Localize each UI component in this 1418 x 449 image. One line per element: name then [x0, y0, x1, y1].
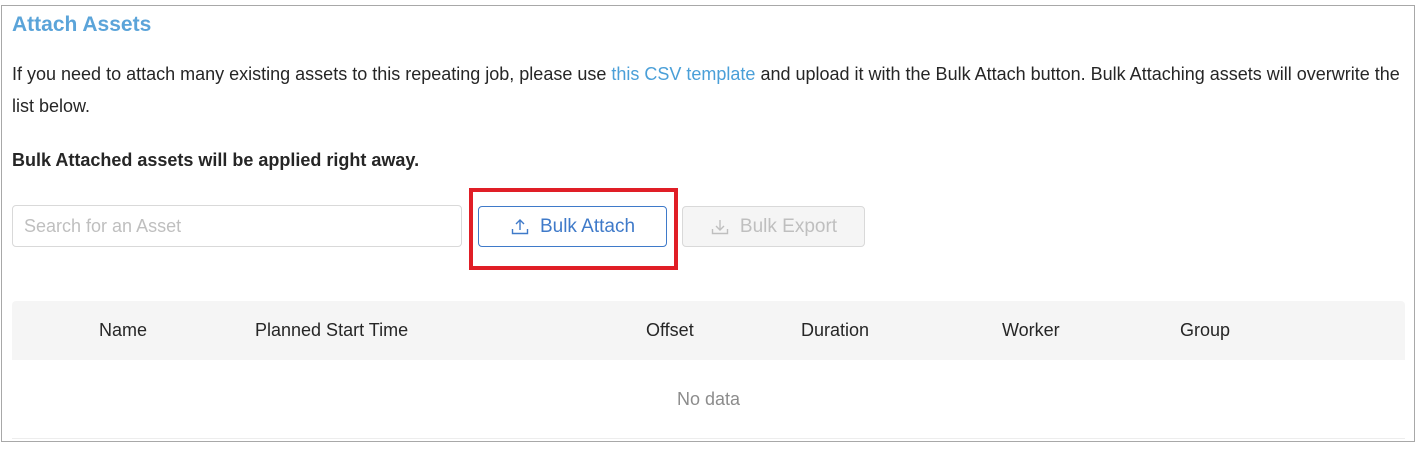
description-text-start: If you need to attach many existing asse… [12, 64, 612, 84]
asset-search-input[interactable] [12, 205, 462, 247]
empty-text: No data [676, 388, 741, 409]
column-header-duration[interactable]: Duration [801, 301, 869, 360]
download-icon [710, 217, 730, 237]
upload-icon [510, 217, 530, 237]
table-header: Name Planned Start Time Offset Duration … [12, 301, 1405, 360]
bulk-attach-label: Bulk Attach [539, 215, 636, 237]
section-description: If you need to attach many existing asse… [12, 58, 1408, 122]
bulk-export-button[interactable]: Bulk Export [682, 206, 865, 247]
bulk-export-label: Bulk Export [739, 215, 838, 237]
bulk-attach-notice: Bulk Attached assets will be applied rig… [12, 150, 420, 170]
attach-assets-panel: Attach Assets If you need to attach many… [1, 5, 1415, 442]
column-header-planned-start-time[interactable]: Planned Start Time [255, 301, 408, 360]
table-empty-state: No data [12, 360, 1405, 439]
section-title: Attach Assets [12, 13, 152, 36]
column-header-offset[interactable]: Offset [646, 301, 694, 360]
bulk-attach-button[interactable]: Bulk Attach [478, 206, 667, 247]
column-header-worker[interactable]: Worker [1002, 301, 1060, 360]
column-header-group[interactable]: Group [1180, 301, 1230, 360]
column-header-name[interactable]: Name [99, 301, 147, 360]
csv-template-link[interactable]: this CSV template [611, 64, 755, 84]
